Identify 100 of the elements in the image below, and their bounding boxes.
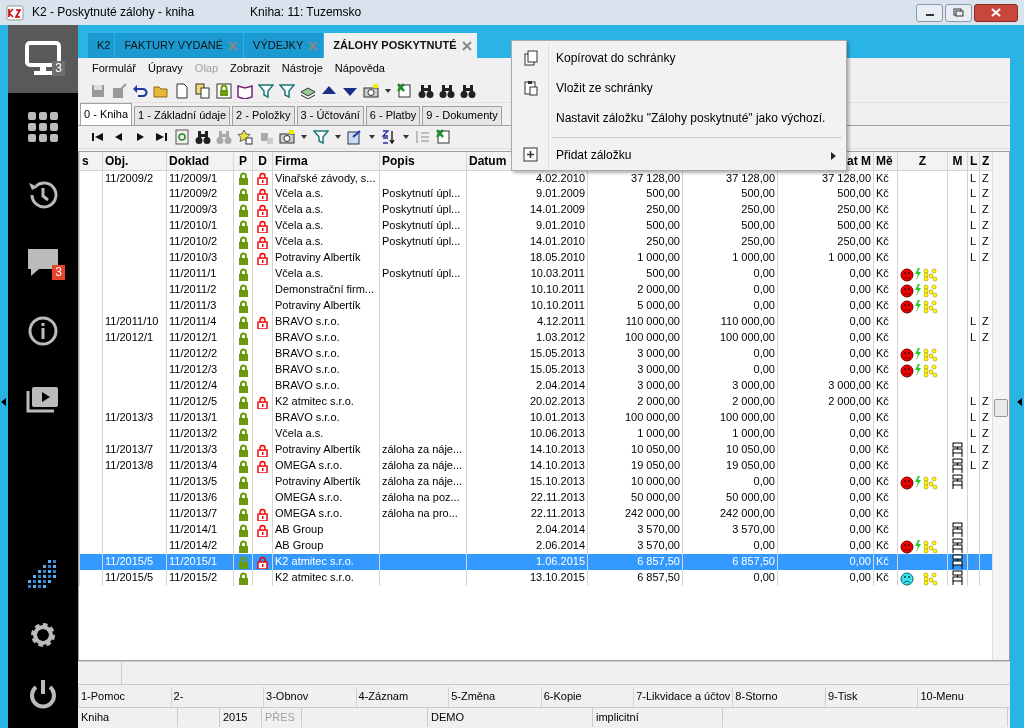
table-cell: 11/2013/2	[169, 427, 218, 440]
table-cell: 11/2015/1	[169, 555, 218, 568]
menu-item[interactable]: Přidat záložku	[514, 142, 844, 168]
table-cell: Z	[982, 203, 989, 216]
table-cell: 19 050,00	[726, 459, 775, 472]
menu-item[interactable]: Úpravy	[148, 62, 183, 76]
table-row[interactable]: 11/2010/3 Potraviny Albertík 18.05.2010 1 000,00 1 000,00 1 000,00 Kč L Z	[79, 250, 992, 266]
table-row[interactable]: 11/2011/1 Včela a.s. Poskytnutí úpl... 10.03.2011 500,00 0,00 0,00 Kč	[79, 266, 992, 282]
table-cell: Včela a.s.	[275, 427, 324, 440]
table-cell: 11/2010/2	[169, 235, 218, 248]
table-row[interactable]: 11/2015/5 11/2015/2 K2 atmitec s.r.o. 13.10.2015 6 857,50 0,00 0,00 Kč	[79, 570, 992, 586]
table-cell: 37 128,00	[726, 171, 775, 184]
table-cell: 22.11.2013	[530, 491, 585, 504]
table-cell: Včela a.s.	[275, 267, 324, 280]
sidebar-item[interactable]: 3	[8, 229, 78, 297]
tab[interactable]: 3 - Účtování	[296, 106, 364, 125]
table-cell: záloha na poz...	[382, 491, 460, 504]
table-row[interactable]: 11/2011/10 11/2011/4 BRAVO s.r.o. 4.12.2011 110 000,00 110 000,00 0,00 Kč L Z	[79, 314, 992, 330]
menu-item[interactable]: Nástroje	[281, 62, 323, 76]
table-row[interactable]: 11/2010/1 Včela a.s. Poskytnutí úpl... 9.01.2010 500,00 500,00 500,00 Kč L Z	[79, 218, 992, 234]
table-cell: 500,00	[837, 187, 871, 200]
tab[interactable]: VÝDEJKY	[244, 33, 325, 58]
sidebar-item[interactable]: 3	[8, 25, 78, 93]
table-row[interactable]: 11/2013/7 OMEGA s.r.o. záloha na pro... 22.11.2013 242 000,00 242 000,00 0,00 Kč	[79, 506, 992, 522]
table-row[interactable]: 11/2013/6 OMEGA s.r.o. záloha na poz... 22.11.2013 50 000,00 50 000,00 0,00 Kč	[79, 490, 992, 506]
table-cell: 6 857,50	[637, 555, 680, 568]
menu-item[interactable]: Nastavit záložku "Zálohy poskytnuté" jako výchozí.	[514, 103, 844, 133]
table-cell: 11/2014/1	[169, 523, 218, 536]
table-cell: 11/2013/3	[169, 443, 218, 456]
table-cell: Kč	[876, 507, 889, 520]
table-row[interactable]: 11/2013/8 11/2013/4 OMEGA s.r.o. záloha za náje... 14.10.2013 19 050,00 19 050,00 0,00 Kč L Z	[79, 458, 992, 474]
table-cell: Kč	[876, 379, 889, 392]
table-row[interactable]: 11/2009/2 Včela a.s. Poskytnutí úpl... 9.01.2009 500,00 500,00 500,00 Kč L Z	[79, 186, 992, 202]
table-cell: 2.04.2014	[536, 379, 585, 392]
table-cell: 2 000,00	[828, 395, 871, 408]
menu-item[interactable]: Nápověda	[334, 62, 385, 76]
table-cell: L	[970, 459, 977, 472]
table-row[interactable]: 11/2010/2 Včela a.s. Poskytnutí úpl... 14.01.2010 250,00 250,00 250,00 Kč L Z	[79, 234, 992, 250]
table-cell: 11/2014/2	[169, 539, 218, 552]
table-cell: Kč	[876, 443, 889, 456]
tab[interactable]: 6 - Platby	[365, 106, 421, 125]
table-cell: 14.01.2009	[529, 203, 585, 216]
tab[interactable]: ZÁLOHY POSKYTNUTÉ	[324, 33, 478, 58]
tab[interactable]: 0 - Kniha	[80, 103, 133, 125]
window-title: K2 - Poskytnuté zálohy - kniha	[32, 5, 195, 20]
function-key[interactable]: 7-Likvidace a účtov	[633, 687, 733, 707]
count-badge: 3	[52, 61, 65, 76]
table-row[interactable]: 11/2011/2 Demonstrační firm... 10.10.2011 2 000,00 0,00 0,00 Kč	[79, 282, 992, 298]
table-cell: 3 000,00	[732, 379, 775, 392]
table-cell: 11/2011/1	[169, 267, 217, 280]
table-row[interactable]: 11/2012/4 BRAVO s.r.o. 2.04.2014 3 000,00 3 000,00 3 000,00 Kč	[79, 378, 992, 394]
tab[interactable]: 2 - Položky	[232, 106, 295, 125]
column-header[interactable]: Z	[918, 153, 927, 168]
table-cell: Poskytnutí úpl...	[382, 203, 461, 216]
menu-item[interactable]: Zobrazit	[230, 62, 270, 76]
table-row[interactable]: 11/2009/3 Včela a.s. Poskytnutí úpl... 14.01.2009 250,00 250,00 250,00 Kč L Z	[79, 202, 992, 218]
table-cell: BRAVO s.r.o.	[275, 379, 340, 392]
menu-item[interactable]: Vložit ze schránky	[514, 73, 844, 103]
table-cell: BRAVO s.r.o.	[275, 315, 340, 328]
table-cell: 1 000,00	[637, 251, 680, 264]
table-row[interactable]: 11/2012/3 BRAVO s.r.o. 15.05.2013 3 000,00 0,00 0,00 Kč	[79, 362, 992, 378]
menu-item[interactable]: Kopírovat do schránky	[514, 43, 844, 73]
table-cell: Kč	[876, 491, 889, 504]
table-cell: 2.06.2014	[536, 539, 585, 552]
tab[interactable]: FAKTURY VYDANÉ	[115, 33, 245, 58]
table-cell: 110 000,00	[625, 315, 680, 328]
table-cell: Z	[982, 427, 989, 440]
table-cell: 11/2009/3	[169, 203, 218, 216]
table-row[interactable]: 11/2013/5 Potraviny Albertík záloha za náje... 15.10.2013 10 000,00 0,00 0,00 Kč	[79, 474, 992, 490]
table-row[interactable]: 11/2013/3 11/2013/1 BRAVO s.r.o. 10.01.2013 100 000,00 100 000,00 0,00 Kč L Z	[79, 410, 992, 426]
table-cell: Kč	[876, 475, 889, 488]
table-cell: Potraviny Albertík	[275, 251, 361, 264]
table-cell: L	[970, 219, 977, 232]
status-field: PŘES	[262, 708, 302, 727]
tab[interactable]: 1 - Základní údaje	[134, 106, 231, 125]
tab[interactable]: 9 - Dokumenty	[422, 106, 502, 125]
table-cell: 11/2015/5	[105, 555, 154, 568]
table-cell: 0,00	[849, 555, 871, 568]
table-cell: 0,00	[753, 571, 775, 584]
tab[interactable]: K2	[88, 33, 116, 58]
table-cell: Vinařské závody, s...	[275, 171, 376, 184]
table-row[interactable]: 11/2014/1 AB Group 2.04.2014 3 570,00 3 570,00 0,00 Kč	[79, 522, 992, 538]
table-cell: 0,00	[849, 427, 871, 440]
table-cell: Včela a.s.	[275, 203, 324, 216]
table-row[interactable]: 11/2013/2 Včela a.s. 10.06.2013 1 000,00 1 000,00 0,00 Kč L Z	[79, 426, 992, 442]
table-cell: 0,00	[849, 411, 871, 424]
table-row[interactable]: 11/2012/5 K2 atmitec s.r.o. 20.02.2013 2 000,00 2 000,00 2 000,00 Kč L Z	[79, 394, 992, 410]
table-row[interactable]: 11/2012/2 BRAVO s.r.o. 15.05.2013 3 000,00 0,00 0,00 Kč	[79, 346, 992, 362]
table-cell: Kč	[876, 331, 889, 344]
table-row[interactable]: 11/2013/7 11/2013/3 Potraviny Albertík záloha za náje... 14.10.2013 10 050,00 10 050,00 0,00 Kč L Z	[79, 442, 992, 458]
table-row[interactable]: 11/2011/3 Potraviny Albertík 10.10.2011 5 000,00 0,00 0,00 Kč	[79, 298, 992, 314]
table-cell: Demonstrační firm...	[275, 283, 375, 296]
table-row[interactable]: 11/2012/1 11/2012/1 BRAVO s.r.o. 1.03.2012 100 000,00 100 000,00 0,00 Kč L Z	[79, 330, 992, 346]
table-cell: 5 000,00	[637, 299, 680, 312]
table-cell: L	[970, 235, 977, 248]
menu-item[interactable]: Formulář	[92, 62, 136, 76]
table-cell: Kč	[876, 187, 889, 200]
table-cell: Z	[982, 171, 989, 184]
table-cell: 9.01.2010	[536, 219, 585, 232]
table-cell: Včela a.s.	[275, 235, 324, 248]
